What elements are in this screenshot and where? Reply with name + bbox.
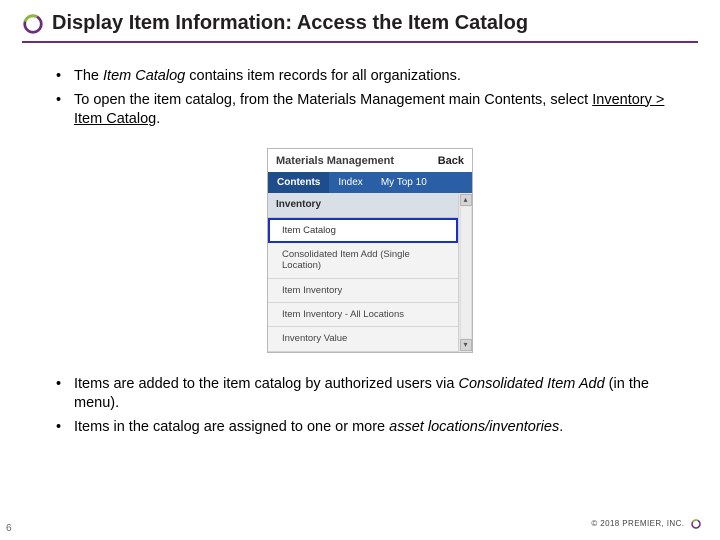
content-area: The Item Catalog contains item records f… — [22, 43, 698, 438]
premier-logo-icon — [22, 13, 44, 35]
scrollbar[interactable]: ▴ ▾ — [458, 193, 472, 352]
scroll-track[interactable] — [460, 207, 472, 338]
bullet-text: The — [74, 68, 103, 84]
scroll-down-button[interactable]: ▾ — [460, 339, 472, 351]
back-button[interactable]: Back — [438, 154, 464, 169]
bullet-item: Items are added to the item catalog by a… — [52, 375, 688, 414]
bullet-emphasis: asset locations/inventories — [389, 419, 559, 435]
scroll-up-button[interactable]: ▴ — [460, 194, 472, 206]
slide: Display Item Information: Access the Ite… — [0, 0, 720, 540]
bullet-emphasis: Item Catalog — [103, 68, 189, 84]
bullet-list-bottom: Items are added to the item catalog by a… — [52, 375, 688, 438]
panel-header: Materials Management Back — [268, 149, 472, 172]
premier-logo-icon — [690, 518, 702, 530]
bullet-text: . — [559, 419, 563, 435]
panel-tabs: Contents Index My Top 10 — [268, 172, 472, 194]
menu-item-item-inventory-all[interactable]: Item Inventory - All Locations — [268, 303, 458, 327]
menu-item-consolidated-item-add[interactable]: Consolidated Item Add (Single Location) — [268, 243, 458, 279]
bullet-emphasis: Consolidated Item Add — [458, 376, 608, 392]
tab-index[interactable]: Index — [329, 172, 371, 194]
page-number: 6 — [6, 523, 12, 534]
materials-management-panel: Materials Management Back Contents Index… — [267, 148, 473, 353]
slide-title: Display Item Information: Access the Ite… — [52, 12, 528, 35]
copyright-text: © 2018 PREMIER, INC. — [591, 519, 684, 528]
bullet-list-top: The Item Catalog contains item records f… — [52, 67, 688, 130]
bullet-item: To open the item catalog, from the Mater… — [52, 91, 688, 130]
section-inventory[interactable]: Inventory — [268, 193, 458, 218]
panel-list: Inventory Item Catalog Consolidated Item… — [268, 193, 458, 352]
embedded-screenshot: Materials Management Back Contents Index… — [52, 148, 688, 353]
bullet-text: . — [156, 111, 160, 127]
title-row: Display Item Information: Access the Ite… — [22, 12, 698, 35]
panel-title: Materials Management — [276, 154, 394, 169]
bullet-item: The Item Catalog contains item records f… — [52, 67, 688, 87]
bullet-text: Items in the catalog are assigned to one… — [74, 419, 389, 435]
tab-my-top-10[interactable]: My Top 10 — [372, 172, 436, 194]
menu-item-item-inventory[interactable]: Item Inventory — [268, 279, 458, 303]
panel-body: Inventory Item Catalog Consolidated Item… — [268, 193, 472, 352]
copyright-footer: © 2018 PREMIER, INC. — [591, 518, 702, 530]
menu-item-inventory-value[interactable]: Inventory Value — [268, 327, 458, 351]
menu-item-item-catalog[interactable]: Item Catalog — [268, 218, 458, 243]
bullet-text: Items are added to the item catalog by a… — [74, 376, 458, 392]
bullet-text: To open the item catalog, from the Mater… — [74, 92, 592, 108]
bullet-item: Items in the catalog are assigned to one… — [52, 418, 688, 438]
bullet-text: contains item records for all organizati… — [189, 68, 461, 84]
tab-contents[interactable]: Contents — [268, 172, 329, 194]
